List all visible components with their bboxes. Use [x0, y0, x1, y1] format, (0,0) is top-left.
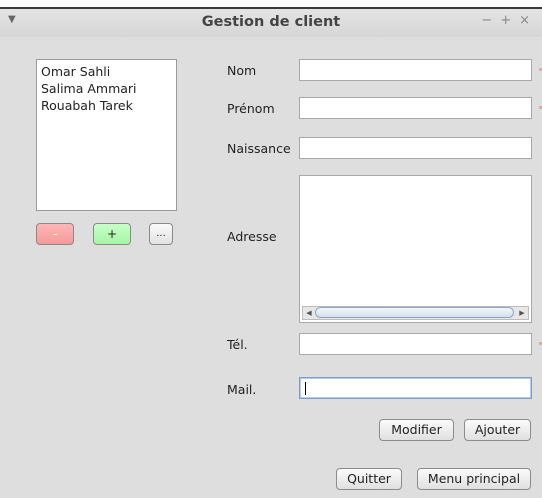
list-item[interactable]: Salima Ammari — [41, 80, 176, 97]
horizontal-scrollbar[interactable]: ◀ ▶ — [302, 306, 529, 320]
mail-label: Mail. — [227, 382, 257, 397]
adresse-label: Adresse — [227, 229, 277, 244]
mail-field[interactable] — [299, 377, 532, 399]
menu-principal-button[interactable]: Menu principal — [417, 468, 531, 490]
adresse-textarea[interactable]: ◀ ▶ — [299, 175, 532, 323]
modifier-button[interactable]: Modifier — [379, 419, 454, 441]
maximize-icon[interactable]: + — [500, 13, 519, 28]
tel-label: Tél. — [227, 337, 248, 352]
text-caret — [305, 382, 306, 395]
remove-client-button[interactable]: - — [36, 223, 74, 245]
more-options-button[interactable]: ... — [149, 223, 173, 245]
ajouter-button[interactable]: Ajouter — [464, 419, 531, 441]
naissance-label: Naissance — [227, 141, 291, 156]
scroll-right-icon[interactable]: ▶ — [517, 308, 527, 318]
window-title: Gestion de client — [201, 14, 341, 30]
window-top-strip — [0, 0, 542, 7]
nom-field[interactable] — [299, 59, 532, 81]
scrollbar-thumb[interactable] — [315, 307, 514, 318]
quitter-button[interactable]: Quitter — [336, 468, 402, 490]
list-item[interactable]: Omar Sahli — [41, 63, 176, 80]
add-client-button[interactable]: + — [93, 223, 131, 245]
nom-label: Nom — [227, 63, 257, 78]
window-controls: −+× — [481, 13, 538, 28]
scroll-left-icon[interactable]: ◀ — [304, 308, 314, 318]
close-icon[interactable]: × — [519, 13, 538, 28]
minimize-icon[interactable]: − — [481, 13, 500, 28]
tel-field[interactable] — [299, 333, 532, 355]
prenom-field[interactable] — [299, 97, 532, 119]
title-bar[interactable]: ▼ Gestion de client −+× — [0, 7, 542, 37]
naissance-field[interactable] — [299, 137, 532, 159]
prenom-label: Prénom — [227, 101, 275, 116]
client-list[interactable]: Omar Sahli Salima Ammari Rouabah Tarek — [36, 59, 177, 211]
list-item[interactable]: Rouabah Tarek — [41, 97, 176, 114]
